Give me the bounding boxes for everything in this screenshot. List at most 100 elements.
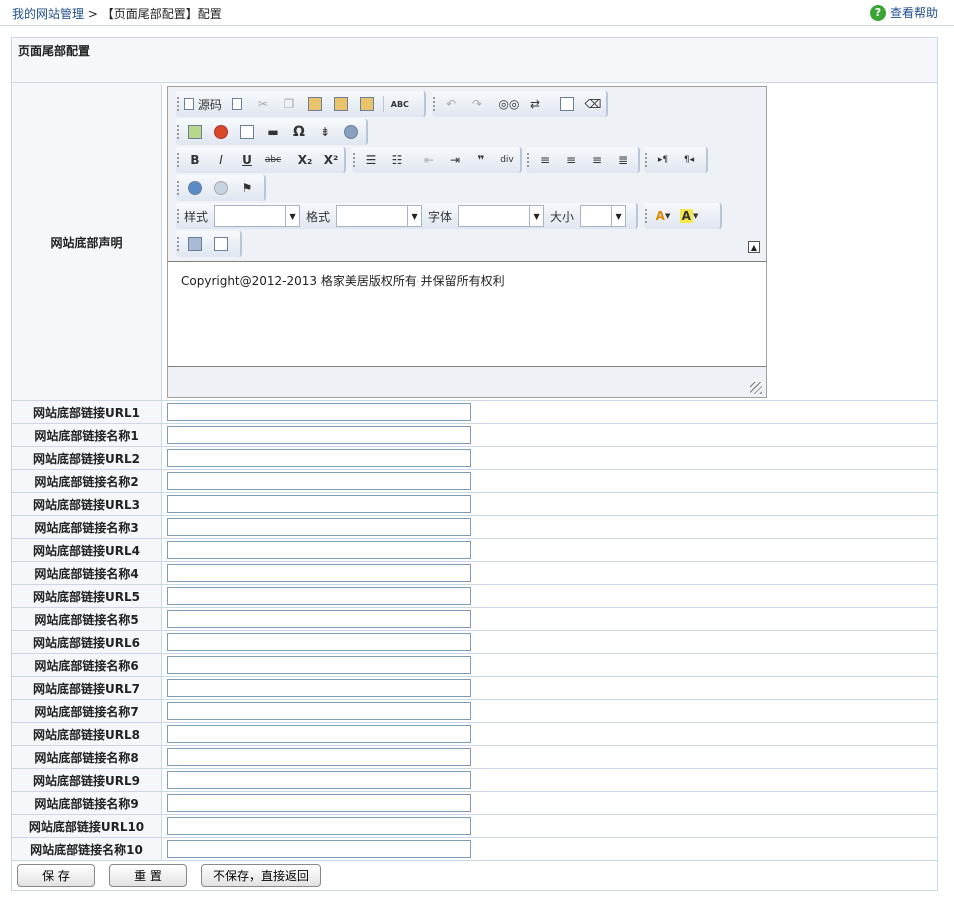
maximize-icon (188, 237, 202, 251)
subscript-button[interactable]: X₂ (294, 150, 316, 170)
redo-button[interactable]: ↷ (466, 94, 488, 114)
field-input[interactable] (167, 771, 471, 789)
align-right-button[interactable]: ≡ (586, 150, 608, 170)
align-left-button[interactable]: ≡ (534, 150, 556, 170)
unlink-button[interactable] (210, 178, 232, 198)
format-label: 格式 (306, 209, 331, 224)
italic-button[interactable]: I (210, 150, 232, 170)
size-combo[interactable]: ▼ (580, 205, 627, 227)
field-label: 网站底部链接名称9 (12, 792, 162, 814)
justify-button[interactable]: ≣ (612, 150, 634, 170)
underline-button[interactable]: U (236, 150, 258, 170)
page-break-button[interactable]: ⇟ (314, 122, 336, 142)
bg-color-button[interactable]: A ▼ (678, 206, 700, 226)
field-row: 网站底部链接URL6 (12, 631, 937, 654)
bg-color-icon: A (679, 209, 693, 223)
field-input[interactable] (167, 426, 471, 444)
preview-button[interactable] (210, 234, 232, 254)
paste-button[interactable] (304, 94, 326, 114)
field-input[interactable] (167, 679, 471, 697)
superscript-button[interactable]: X² (320, 150, 342, 170)
field-input[interactable] (167, 403, 471, 421)
align-left-icon: ≡ (539, 153, 551, 167)
field-input[interactable] (167, 817, 471, 835)
anchor-button[interactable]: ⚑ (236, 178, 258, 198)
collapse-toolbar-icon[interactable]: ▲ (748, 241, 760, 253)
outdent-icon: ⇤ (423, 153, 435, 167)
maximize-button[interactable] (184, 234, 206, 254)
page-break-icon: ⇟ (319, 125, 331, 139)
ltr-button[interactable]: ▸¶ (652, 150, 674, 170)
paste-word-button[interactable] (356, 94, 378, 114)
cut-button[interactable]: ✂ (252, 94, 274, 114)
field-input[interactable] (167, 541, 471, 559)
align-center-button[interactable]: ≡ (560, 150, 582, 170)
paste-icon (307, 97, 322, 111)
field-input[interactable] (167, 495, 471, 513)
field-input[interactable] (167, 587, 471, 605)
field-input[interactable] (167, 748, 471, 766)
breadcrumb-root-link[interactable]: 我的网站管理 (12, 7, 84, 21)
field-input[interactable] (167, 449, 471, 467)
field-input[interactable] (167, 794, 471, 812)
field-input[interactable] (167, 610, 471, 628)
bulleted-list-button[interactable]: ☷ (386, 150, 408, 170)
field-input[interactable] (167, 702, 471, 720)
format-combo[interactable]: ▼ (336, 205, 423, 227)
field-label: 网站底部链接URL3 (12, 493, 162, 515)
table-button[interactable] (236, 122, 258, 142)
quote-icon: ❞ (477, 153, 485, 167)
horizontal-rule-button[interactable]: ▬ (262, 122, 284, 142)
rtl-button[interactable]: ¶◂ (678, 150, 700, 170)
field-row: 网站底部链接名称5 (12, 608, 937, 631)
strike-button[interactable]: abc (262, 150, 284, 170)
field-input[interactable] (167, 840, 471, 858)
field-row: 网站底部链接URL2 (12, 447, 937, 470)
undo-button[interactable]: ↶ (440, 94, 462, 114)
spellcheck-button[interactable]: ABC (389, 94, 411, 114)
field-input[interactable] (167, 564, 471, 582)
reset-button[interactable]: 重 置 (109, 864, 187, 887)
div-button[interactable]: div (496, 150, 518, 170)
indent-button[interactable]: ⇥ (444, 150, 466, 170)
flash-icon (214, 125, 228, 139)
field-input[interactable] (167, 472, 471, 490)
style-combo[interactable]: ▼ (214, 205, 301, 227)
copy-button[interactable]: ❐ (278, 94, 300, 114)
select-all-button[interactable] (556, 94, 578, 114)
field-input[interactable] (167, 725, 471, 743)
field-row: 网站底部链接URL1 (12, 401, 937, 424)
flag-icon: ⚑ (241, 181, 253, 195)
field-label: 网站底部链接URL9 (12, 769, 162, 791)
paste-text-button[interactable] (330, 94, 352, 114)
save-button[interactable]: 保 存 (17, 864, 95, 887)
font-combo[interactable]: ▼ (458, 205, 545, 227)
outdent-button[interactable]: ⇤ (418, 150, 440, 170)
iframe-button[interactable] (340, 122, 362, 142)
link-button[interactable] (184, 178, 206, 198)
field-input[interactable] (167, 656, 471, 674)
new-page-button[interactable] (226, 94, 248, 114)
field-row: 网站底部链接URL4 (12, 539, 937, 562)
flash-button[interactable] (210, 122, 232, 142)
field-row: 网站底部链接URL8 (12, 723, 937, 746)
editor-content[interactable]: Copyright@2012-2013 格家美居版权所有 并保留所有权利 (168, 261, 766, 367)
resize-grip-icon[interactable] (750, 382, 762, 394)
help-link[interactable]: ? 查看帮助 (869, 4, 938, 21)
field-row: 网站底部链接URL7 (12, 677, 937, 700)
remove-format-button[interactable]: ⌫ (582, 94, 604, 114)
numbered-list-button[interactable]: ☰ (360, 150, 382, 170)
back-button[interactable]: 不保存，直接返回 (201, 864, 321, 887)
field-input[interactable] (167, 633, 471, 651)
replace-button[interactable]: ⇄ (524, 94, 546, 114)
field-input[interactable] (167, 518, 471, 536)
text-color-button[interactable]: A ▼ (652, 206, 674, 226)
find-button[interactable]: ◎◎ (498, 94, 520, 114)
image-button[interactable] (184, 122, 206, 142)
bulleted-list-icon: ☷ (391, 153, 403, 167)
source-button[interactable]: 源码 (184, 94, 222, 114)
bold-button[interactable]: B (184, 150, 206, 170)
special-char-button[interactable]: Ω (288, 122, 310, 142)
field-label: 网站底部链接名称5 (12, 608, 162, 630)
blockquote-button[interactable]: ❞ (470, 150, 492, 170)
